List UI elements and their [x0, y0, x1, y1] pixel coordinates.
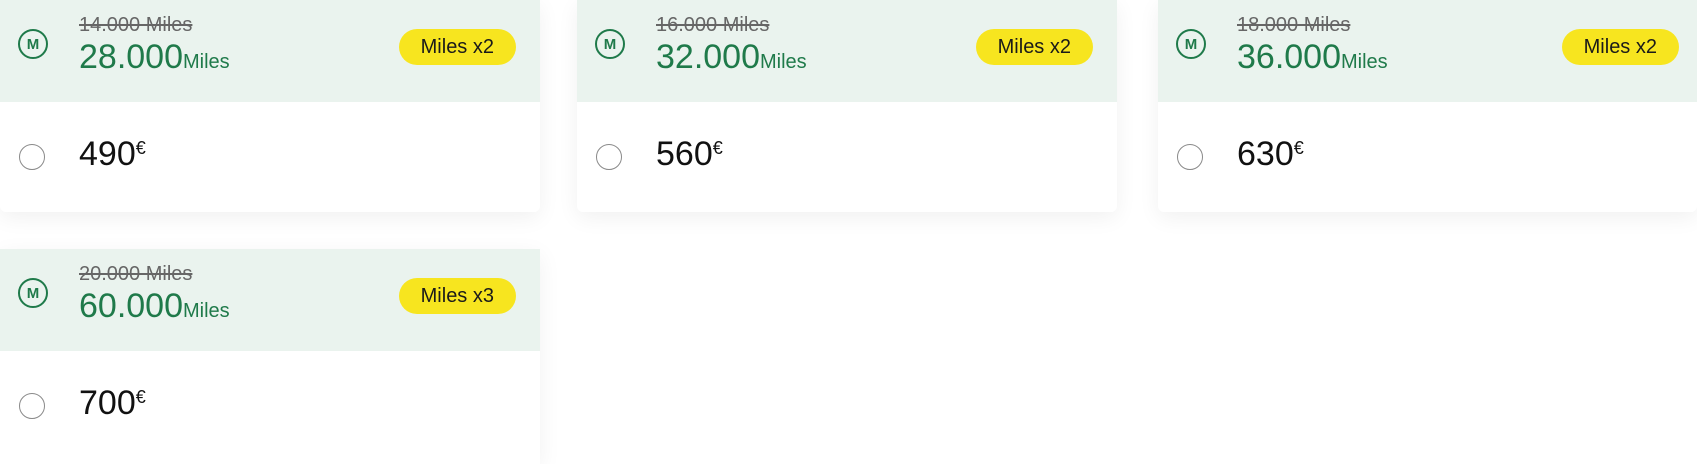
- new-miles-value: 32.000: [656, 38, 760, 76]
- price-amount: 560: [656, 135, 713, 173]
- miles-multiplier-badge: Miles x2: [398, 29, 516, 65]
- old-miles-amount: 18.000 Miles: [1237, 14, 1351, 36]
- offer-radio-button[interactable]: [19, 144, 45, 170]
- offer-card-body: 630€: [1158, 102, 1697, 212]
- offer-card-header: M 20.000 Miles 60.000Miles Miles x3: [0, 249, 540, 351]
- price-currency: €: [135, 138, 146, 158]
- offer-radio-button[interactable]: [19, 393, 45, 419]
- new-miles-value: 36.000: [1237, 38, 1341, 76]
- miles-coin-icon: M: [18, 29, 48, 59]
- offer-card-body: 700€: [0, 351, 540, 461]
- old-miles-amount: 16.000 Miles: [656, 14, 770, 36]
- miles-coin-icon: M: [1176, 29, 1206, 59]
- offer-card[interactable]: M 14.000 Miles 28.000Miles Miles x2 490€: [0, 0, 540, 212]
- offer-price: 490€: [79, 135, 146, 174]
- new-miles-amount: 28.000Miles: [79, 38, 230, 77]
- price-amount: 630: [1237, 135, 1294, 173]
- offer-card-body: 560€: [577, 102, 1117, 212]
- offer-card[interactable]: M 18.000 Miles 36.000Miles Miles x2 630€: [1158, 0, 1697, 212]
- new-miles-unit: Miles: [760, 51, 807, 73]
- price-amount: 700: [79, 384, 136, 422]
- offer-card-body: 490€: [0, 102, 540, 212]
- offer-price: 630€: [1237, 135, 1304, 174]
- new-miles-amount: 36.000Miles: [1237, 38, 1388, 77]
- offer-card-header: M 14.000 Miles 28.000Miles Miles x2: [0, 0, 540, 102]
- price-currency: €: [135, 387, 146, 407]
- miles-coin-icon: M: [18, 278, 48, 308]
- old-miles-amount: 14.000 Miles: [79, 14, 193, 36]
- offer-card-header: M 16.000 Miles 32.000Miles Miles x2: [577, 0, 1117, 102]
- new-miles-unit: Miles: [183, 300, 230, 322]
- miles-multiplier-badge: Miles x2: [1561, 29, 1679, 65]
- offer-card[interactable]: M 20.000 Miles 60.000Miles Miles x3 700€: [0, 249, 540, 464]
- price-currency: €: [712, 138, 723, 158]
- offer-radio-button[interactable]: [1177, 144, 1203, 170]
- miles-coin-icon: M: [595, 29, 625, 59]
- price-currency: €: [1293, 138, 1304, 158]
- new-miles-amount: 32.000Miles: [656, 38, 807, 77]
- new-miles-value: 60.000: [79, 287, 183, 325]
- miles-multiplier-badge: Miles x2: [975, 29, 1093, 65]
- new-miles-amount: 60.000Miles: [79, 287, 230, 326]
- new-miles-unit: Miles: [183, 51, 230, 73]
- offer-price: 560€: [656, 135, 723, 174]
- offer-radio-button[interactable]: [596, 144, 622, 170]
- offer-card-header: M 18.000 Miles 36.000Miles Miles x2: [1158, 0, 1697, 102]
- price-amount: 490: [79, 135, 136, 173]
- offer-grid: M 14.000 Miles 28.000Miles Miles x2 490€…: [0, 0, 1697, 464]
- new-miles-value: 28.000: [79, 38, 183, 76]
- offer-price: 700€: [79, 384, 146, 423]
- offer-card[interactable]: M 16.000 Miles 32.000Miles Miles x2 560€: [577, 0, 1117, 212]
- old-miles-amount: 20.000 Miles: [79, 263, 193, 285]
- miles-multiplier-badge: Miles x3: [398, 278, 516, 314]
- new-miles-unit: Miles: [1341, 51, 1388, 73]
